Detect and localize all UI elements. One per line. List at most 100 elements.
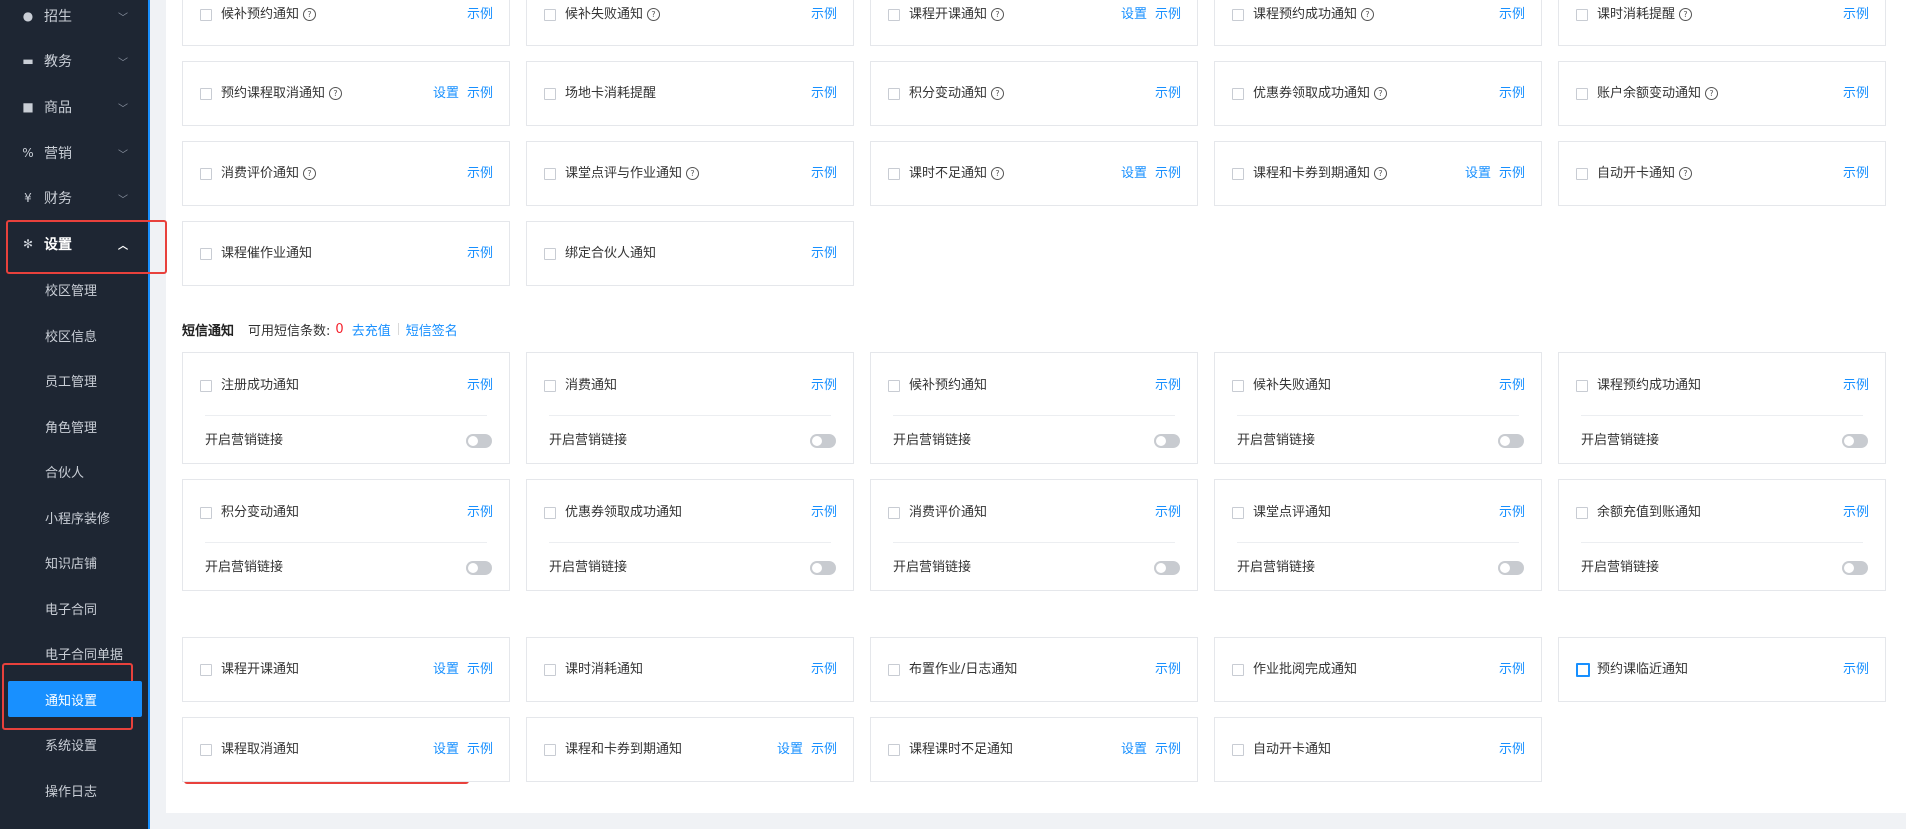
example-link[interactable]: 示例 <box>1155 84 1181 104</box>
marketing-link-toggle[interactable] <box>1154 561 1180 575</box>
sms-recharge-link[interactable]: 去充值 <box>352 320 391 339</box>
settings-link[interactable]: 设置 <box>777 740 803 760</box>
sidebar-subitem-3[interactable]: 员工管理 <box>0 362 148 398</box>
help-icon[interactable]: ? <box>647 8 661 21</box>
example-link[interactable]: 示例 <box>1155 503 1181 523</box>
example-link[interactable]: 示例 <box>467 376 493 396</box>
notification-checkbox[interactable] <box>544 9 556 21</box>
example-link[interactable]: 示例 <box>467 84 493 104</box>
sms-checkbox[interactable] <box>200 380 212 392</box>
notification-checkbox[interactable] <box>1576 663 1590 677</box>
notification-checkbox[interactable] <box>544 744 556 756</box>
sms-checkbox[interactable] <box>888 507 900 519</box>
marketing-link-toggle[interactable] <box>466 561 492 575</box>
notification-checkbox[interactable] <box>888 744 900 756</box>
notification-checkbox[interactable] <box>200 9 212 21</box>
sidebar-subitem-10[interactable]: 通知设置 <box>8 681 142 717</box>
sidebar-menu-calendar[interactable]: ▬ 教务 ﹀ <box>0 41 148 81</box>
notification-checkbox[interactable] <box>544 168 556 180</box>
sidebar-subitem-6[interactable]: 小程序装修 <box>0 499 148 535</box>
sidebar-subitem-7[interactable]: 知识店铺 <box>0 544 148 580</box>
marketing-link-toggle[interactable] <box>810 561 836 575</box>
sidebar-subitem-9[interactable]: 电子合同单据 <box>0 635 148 671</box>
sms-checkbox[interactable] <box>1232 507 1244 519</box>
notification-checkbox[interactable] <box>1576 9 1588 21</box>
settings-link[interactable]: 设置 <box>433 84 459 104</box>
sidebar-menu-discount[interactable]: % 营销 ﹀ <box>0 133 148 173</box>
notification-checkbox[interactable] <box>1232 744 1244 756</box>
settings-link[interactable]: 设置 <box>433 660 459 680</box>
help-icon[interactable]: ? <box>1374 87 1388 100</box>
notification-checkbox[interactable] <box>544 664 556 676</box>
marketing-link-toggle[interactable] <box>1842 561 1868 575</box>
help-icon[interactable]: ? <box>686 167 700 180</box>
help-icon[interactable]: ? <box>991 87 1005 100</box>
sms-checkbox[interactable] <box>544 507 556 519</box>
example-link[interactable]: 示例 <box>467 660 493 680</box>
example-link[interactable]: 示例 <box>1843 503 1869 523</box>
help-icon[interactable]: ? <box>303 8 317 21</box>
marketing-link-toggle[interactable] <box>1498 561 1524 575</box>
notification-checkbox[interactable] <box>1232 664 1244 676</box>
notification-checkbox[interactable] <box>200 744 212 756</box>
example-link[interactable]: 示例 <box>1843 5 1869 25</box>
notification-checkbox[interactable] <box>888 88 900 100</box>
sms-checkbox[interactable] <box>1232 380 1244 392</box>
settings-link[interactable]: 设置 <box>1121 5 1147 25</box>
sidebar-menu-bag[interactable]: ■ 商品 ﹀ <box>0 87 148 127</box>
example-link[interactable]: 示例 <box>1155 164 1181 184</box>
example-link[interactable]: 示例 <box>811 740 837 760</box>
notification-checkbox[interactable] <box>888 168 900 180</box>
notification-checkbox[interactable] <box>1232 88 1244 100</box>
example-link[interactable]: 示例 <box>1155 5 1181 25</box>
example-link[interactable]: 示例 <box>1499 740 1525 760</box>
help-icon[interactable]: ? <box>329 87 343 100</box>
help-icon[interactable]: ? <box>1679 8 1693 21</box>
sms-signature-link[interactable]: 短信签名 <box>406 320 458 339</box>
help-icon[interactable]: ? <box>303 167 317 180</box>
sms-checkbox[interactable] <box>544 380 556 392</box>
sidebar-subitem-2[interactable]: 校区信息 <box>0 317 148 353</box>
example-link[interactable]: 示例 <box>1499 164 1525 184</box>
example-link[interactable]: 示例 <box>811 5 837 25</box>
sidebar-menu-user[interactable]: ● 招生 ﹀ <box>0 0 148 36</box>
sms-checkbox[interactable] <box>1576 380 1588 392</box>
example-link[interactable]: 示例 <box>1155 740 1181 760</box>
example-link[interactable]: 示例 <box>1499 660 1525 680</box>
example-link[interactable]: 示例 <box>1499 5 1525 25</box>
example-link[interactable]: 示例 <box>467 164 493 184</box>
sms-checkbox[interactable] <box>1576 507 1588 519</box>
example-link[interactable]: 示例 <box>1499 376 1525 396</box>
help-icon[interactable]: ? <box>991 167 1005 180</box>
example-link[interactable]: 示例 <box>1155 376 1181 396</box>
sidebar-menu-gear[interactable]: ✻ 设置 ︿ <box>0 224 148 264</box>
sidebar-subitem-5[interactable]: 合伙人 <box>0 453 148 489</box>
sidebar-subitem-11[interactable]: 系统设置 <box>0 726 148 762</box>
notification-checkbox[interactable] <box>200 168 212 180</box>
marketing-link-toggle[interactable] <box>1154 434 1180 448</box>
example-link[interactable]: 示例 <box>1843 164 1869 184</box>
example-link[interactable]: 示例 <box>811 660 837 680</box>
example-link[interactable]: 示例 <box>467 740 493 760</box>
settings-link[interactable]: 设置 <box>1121 740 1147 760</box>
notification-checkbox[interactable] <box>200 664 212 676</box>
marketing-link-toggle[interactable] <box>466 434 492 448</box>
notification-checkbox[interactable] <box>1576 88 1588 100</box>
marketing-link-toggle[interactable] <box>1498 434 1524 448</box>
example-link[interactable]: 示例 <box>467 503 493 523</box>
example-link[interactable]: 示例 <box>467 5 493 25</box>
marketing-link-toggle[interactable] <box>810 434 836 448</box>
settings-link[interactable]: 设置 <box>433 740 459 760</box>
sidebar-subitem-1[interactable]: 校区管理 <box>0 271 148 307</box>
notification-checkbox[interactable] <box>1576 168 1588 180</box>
example-link[interactable]: 示例 <box>811 244 837 264</box>
notification-checkbox[interactable] <box>200 88 212 100</box>
example-link[interactable]: 示例 <box>1843 84 1869 104</box>
example-link[interactable]: 示例 <box>1499 503 1525 523</box>
notification-checkbox[interactable] <box>888 664 900 676</box>
notification-checkbox[interactable] <box>1232 9 1244 21</box>
settings-link[interactable]: 设置 <box>1121 164 1147 184</box>
sidebar-subitem-12[interactable]: 操作日志 <box>0 772 148 808</box>
sidebar-menu-yen[interactable]: ¥ 财务 ﹀ <box>0 178 148 218</box>
help-icon[interactable]: ? <box>991 8 1005 21</box>
